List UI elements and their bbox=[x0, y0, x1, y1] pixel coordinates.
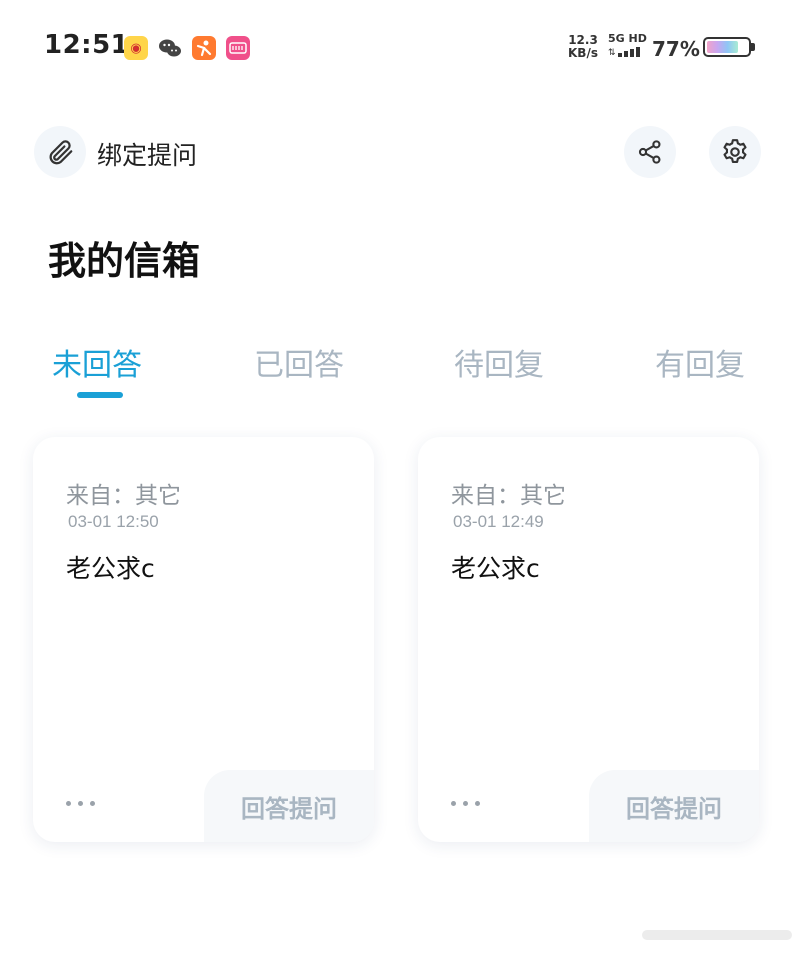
tab-bar: 未回答 已回答 待回复 有回复 bbox=[0, 334, 800, 404]
card-message: 老公求c bbox=[66, 554, 155, 583]
status-time: 12:51 bbox=[44, 30, 130, 60]
tab-answered[interactable]: 已回答 bbox=[254, 340, 344, 384]
answer-question-button[interactable]: 回答提问 bbox=[204, 770, 374, 842]
paperclip-icon bbox=[49, 140, 73, 165]
more-options-icon[interactable] bbox=[451, 791, 491, 815]
share-icon bbox=[638, 140, 661, 164]
card-source: 来自：其它 bbox=[66, 483, 181, 509]
card-timestamp: 03-01 12:50 bbox=[68, 512, 159, 531]
battery-icon bbox=[703, 37, 751, 57]
signal-indicator: 5G HD ⇅ bbox=[608, 32, 648, 58]
tab-has-reply[interactable]: 有回复 bbox=[655, 340, 745, 384]
gear-icon bbox=[723, 139, 747, 163]
tab-unanswered[interactable]: 未回答 bbox=[52, 340, 142, 384]
active-tab-indicator bbox=[77, 392, 123, 398]
more-options-icon[interactable] bbox=[66, 791, 106, 815]
settings-button[interactable] bbox=[709, 126, 761, 178]
tab-pending-reply[interactable]: 待回复 bbox=[454, 340, 544, 384]
pink-app-icon bbox=[226, 36, 250, 60]
notification-icons: ◉ bbox=[124, 36, 250, 60]
card-message: 老公求c bbox=[451, 554, 540, 583]
bind-question-label[interactable]: 绑定提问 bbox=[97, 136, 197, 172]
network-type: 5G HD bbox=[608, 32, 647, 45]
answer-question-button[interactable]: 回答提问 bbox=[589, 770, 759, 842]
network-speed-unit: KB/s bbox=[568, 46, 598, 60]
status-bar: 12:51 ◉ 12.3 KB/s 5G HD ⇅ 77% bbox=[0, 0, 800, 96]
wechat-icon bbox=[158, 36, 182, 60]
page-title: 我的信箱 bbox=[48, 239, 201, 283]
card-timestamp: 03-01 12:49 bbox=[453, 512, 544, 531]
bind-question-button[interactable] bbox=[34, 126, 86, 178]
network-speed: 12.3 KB/s bbox=[568, 34, 598, 60]
orange-app-icon bbox=[192, 36, 216, 60]
question-card[interactable]: 来自：其它 03-01 12:49 老公求c 回答提问 bbox=[418, 437, 759, 842]
question-card[interactable]: 来自：其它 03-01 12:50 老公求c 回答提问 bbox=[33, 437, 374, 842]
weibo-icon: ◉ bbox=[124, 36, 148, 60]
signal-bars-icon: ⇅ bbox=[608, 47, 648, 58]
gesture-bar[interactable] bbox=[642, 930, 792, 940]
battery-cap bbox=[751, 43, 755, 51]
card-source: 来自：其它 bbox=[451, 483, 566, 509]
share-button[interactable] bbox=[624, 126, 676, 178]
battery-percent: 77% bbox=[652, 37, 700, 61]
